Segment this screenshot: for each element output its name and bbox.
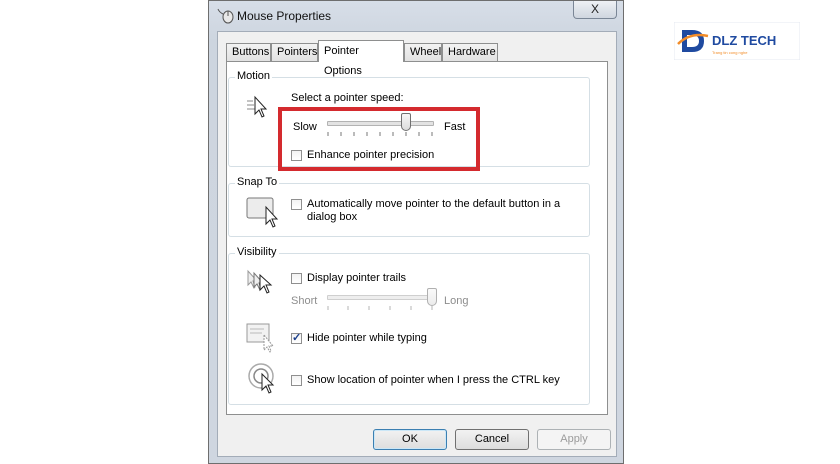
snap-to-group: Snap To <box>228 176 590 237</box>
show-location-label[interactable]: Show location of pointer when I press th… <box>307 374 560 386</box>
pointer-speed-label: Select a pointer speed: <box>291 92 404 104</box>
speed-highlight-box <box>278 107 480 171</box>
window-title: Mouse Properties <box>237 9 332 23</box>
trail-length-ticks <box>327 306 433 310</box>
pointer-trails-icon <box>247 269 273 294</box>
apply-button[interactable]: Apply <box>537 429 611 450</box>
short-label: Short <box>291 295 318 307</box>
trail-length-track[interactable] <box>327 295 434 300</box>
visibility-group-label: Visibility <box>235 246 279 258</box>
mouse-icon <box>217 8 234 24</box>
title-bar[interactable]: Mouse Properties X <box>209 1 623 31</box>
show-location-checkbox[interactable] <box>291 375 302 386</box>
pointer-trails-label[interactable]: Display pointer trails <box>307 272 406 284</box>
long-label: Long <box>444 295 469 307</box>
auto-move-pointer-label-line2[interactable]: dialog box <box>307 211 357 223</box>
hide-pointer-icon <box>246 323 275 353</box>
show-location-icon <box>248 363 275 394</box>
tab-buttons[interactable]: Buttons <box>226 43 271 61</box>
ok-button[interactable]: OK <box>373 429 447 450</box>
mouse-properties-dialog: Mouse Properties X Buttons Pointers Poin… <box>208 0 624 464</box>
cancel-button[interactable]: Cancel <box>455 429 529 450</box>
hide-pointer-checkbox[interactable] <box>291 331 302 344</box>
tab-pointer-options[interactable]: Pointer Options <box>318 40 404 77</box>
tab-pointers[interactable]: Pointers <box>271 43 318 61</box>
tab-hardware[interactable]: Hardware <box>442 43 498 61</box>
close-icon: X <box>590 2 599 16</box>
logo-tagline: Trang tin cong nghe <box>712 50 748 55</box>
logo-text: DLZ TECH <box>712 33 776 48</box>
motion-group-label: Motion <box>235 70 273 82</box>
snap-to-group-label: Snap To <box>235 176 280 188</box>
close-button[interactable]: X <box>573 1 617 19</box>
auto-move-pointer-label[interactable]: Automatically move pointer to the defaul… <box>307 198 560 210</box>
snap-to-icon <box>246 197 279 228</box>
dlz-tech-logo: DLZ TECH Trang tin cong nghe <box>674 22 800 60</box>
trail-length-slider-thumb[interactable] <box>427 288 437 306</box>
tab-wheel[interactable]: Wheel <box>404 43 442 61</box>
auto-move-pointer-checkbox[interactable] <box>291 199 302 210</box>
hide-pointer-label[interactable]: Hide pointer while typing <box>307 332 427 344</box>
pointer-speed-icon <box>247 95 268 118</box>
pointer-trails-checkbox[interactable] <box>291 273 302 284</box>
